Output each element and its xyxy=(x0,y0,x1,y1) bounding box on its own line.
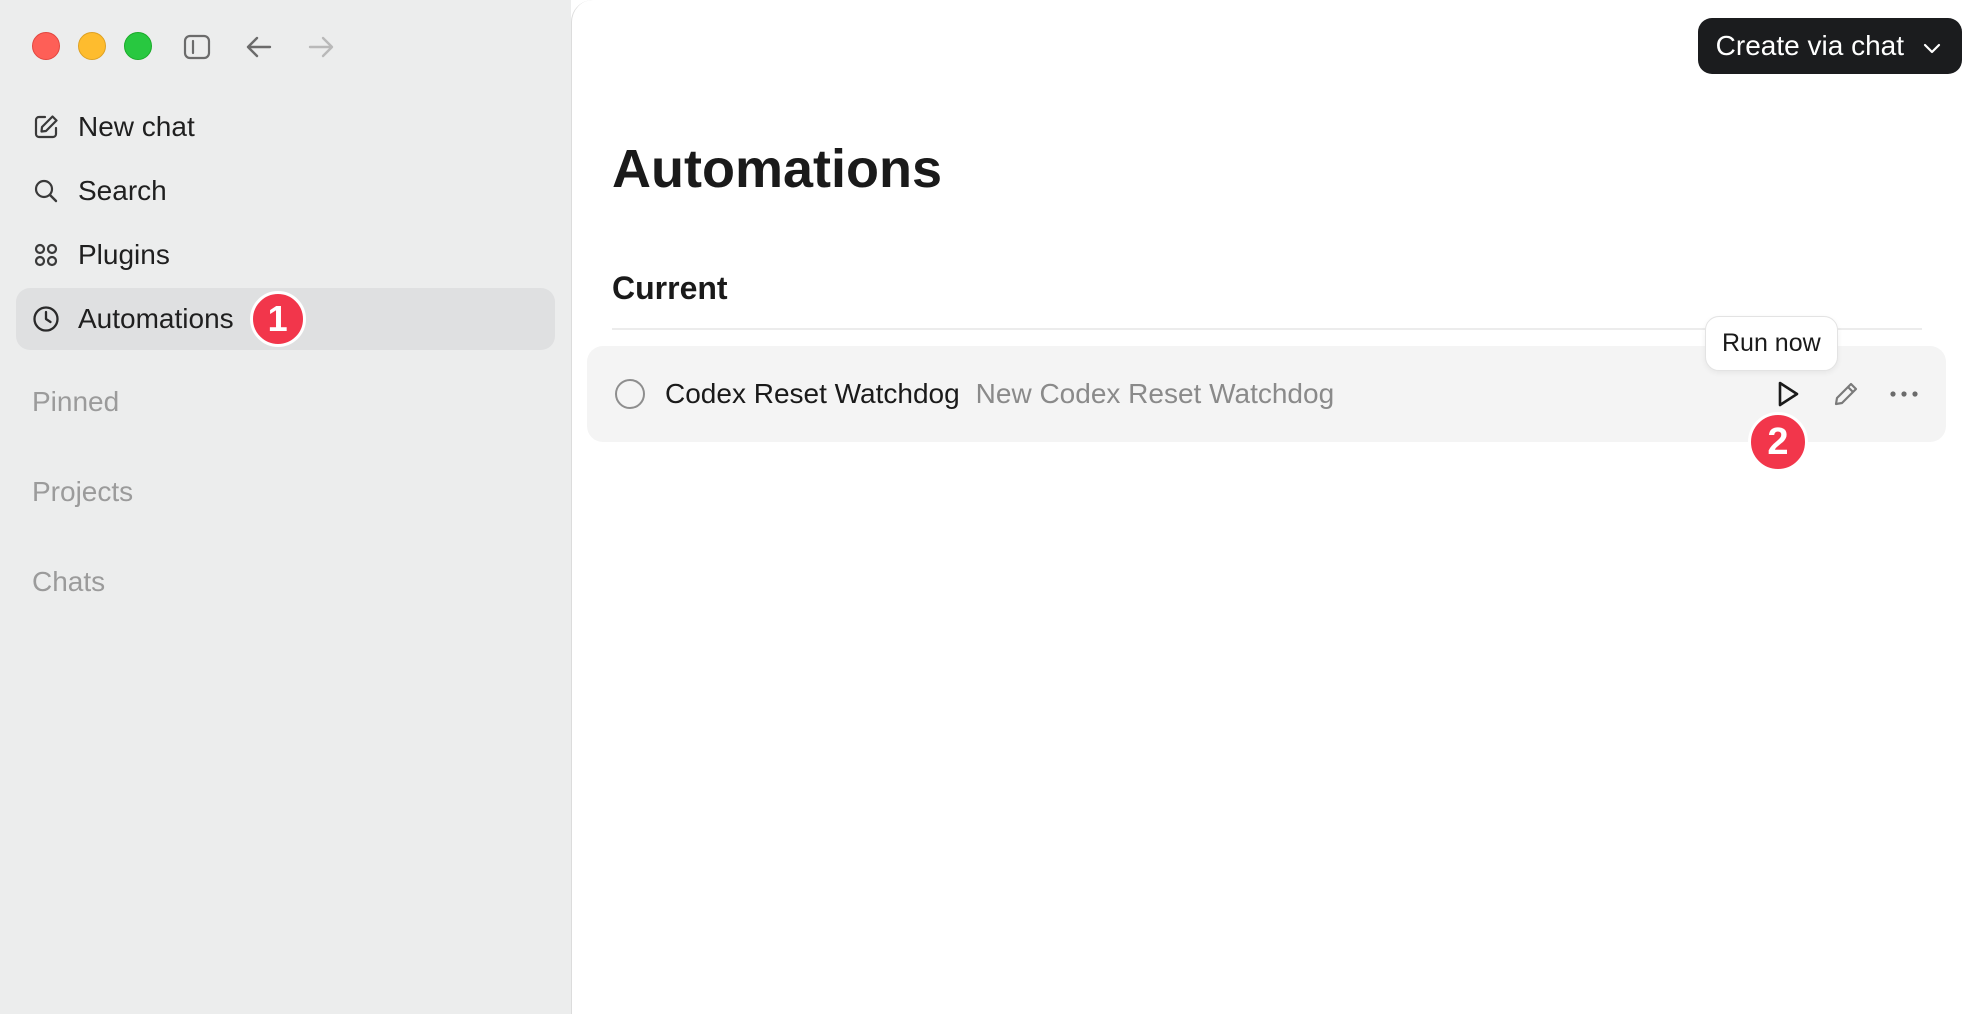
sidebar-item-search[interactable]: Search xyxy=(16,160,555,222)
sidebar-toolbar xyxy=(180,30,338,64)
app-window: New chat Search Plugins Automations 1 Pi… xyxy=(0,0,1978,1014)
automation-description: New Codex Reset Watchdog xyxy=(975,378,1335,409)
grid-icon xyxy=(32,241,60,269)
step-badge-1: 1 xyxy=(249,291,306,347)
section-projects[interactable]: Projects xyxy=(32,476,133,508)
main-content: Create via chat Automations Current Code… xyxy=(571,0,1978,1014)
step-badge-2: 2 xyxy=(1748,412,1808,472)
section-chats[interactable]: Chats xyxy=(32,566,105,598)
run-now-button[interactable] xyxy=(1770,376,1806,412)
ellipsis-icon xyxy=(1890,391,1918,397)
status-circle-icon[interactable] xyxy=(615,379,645,409)
edit-button[interactable] xyxy=(1828,376,1864,412)
more-options-button[interactable] xyxy=(1886,376,1922,412)
sidebar-item-plugins[interactable]: Plugins xyxy=(16,224,555,286)
sidebar-item-label: Plugins xyxy=(78,239,170,270)
section-pinned[interactable]: Pinned xyxy=(32,386,119,418)
sidebar-item-label: Automations xyxy=(78,303,234,334)
automation-name: Codex Reset Watchdog xyxy=(665,378,960,409)
create-via-chat-label: Create via chat xyxy=(1715,30,1904,61)
pencil-icon xyxy=(1834,382,1858,406)
sidebar-toggle-icon[interactable] xyxy=(180,30,214,64)
back-arrow-icon[interactable] xyxy=(242,30,276,64)
sidebar-item-new-chat[interactable]: New chat xyxy=(16,96,555,158)
minimize-window-button[interactable] xyxy=(78,32,106,60)
window-controls xyxy=(32,32,152,60)
run-now-tooltip: Run now xyxy=(1705,316,1838,371)
section-heading-current: Current xyxy=(612,270,728,306)
compose-icon xyxy=(32,113,60,141)
sidebar: New chat Search Plugins Automations 1 Pi… xyxy=(0,0,571,1014)
chevron-down-icon xyxy=(1922,30,1942,62)
close-window-button[interactable] xyxy=(32,32,60,60)
sidebar-item-label: New chat xyxy=(78,111,195,142)
search-icon xyxy=(32,177,60,205)
forward-arrow-icon[interactable] xyxy=(304,30,338,64)
create-via-chat-button[interactable]: Create via chat xyxy=(1697,18,1962,74)
page-title: Automations xyxy=(612,139,942,199)
clock-icon xyxy=(32,305,60,333)
sidebar-item-automations[interactable]: Automations 1 xyxy=(16,288,555,350)
play-icon xyxy=(1778,381,1799,407)
sidebar-item-label: Search xyxy=(78,175,167,206)
sidebar-nav: New chat Search Plugins Automations 1 xyxy=(16,96,555,352)
maximize-window-button[interactable] xyxy=(124,32,152,60)
